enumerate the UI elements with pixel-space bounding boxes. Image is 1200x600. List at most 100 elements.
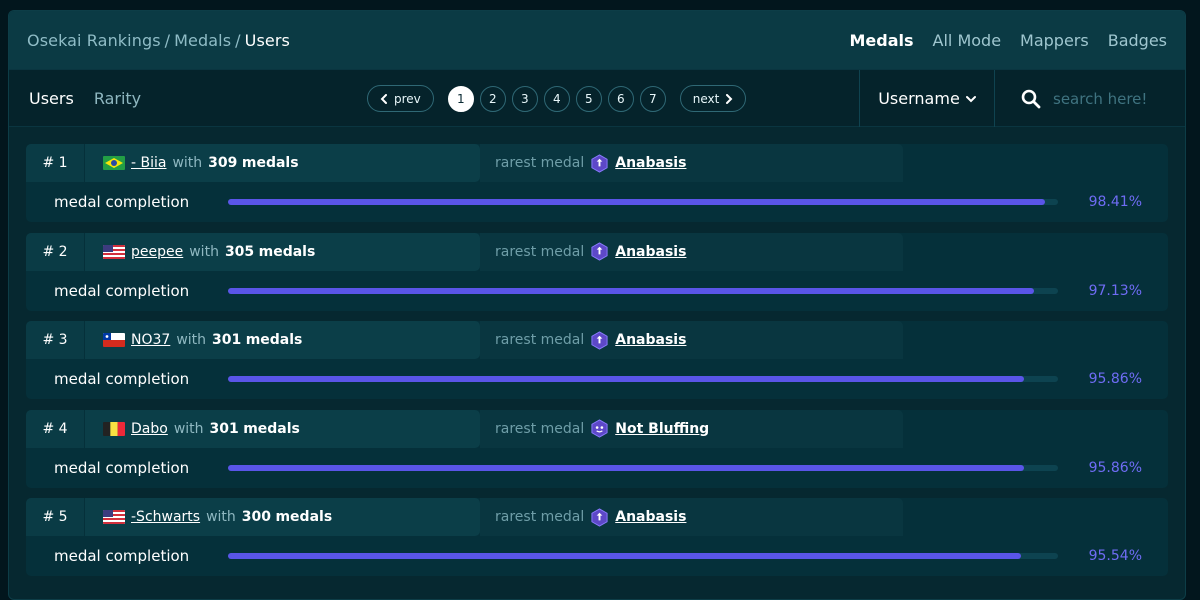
- rarest-medal-label: rarest medal: [495, 509, 585, 525]
- completion-percent: 95.86%: [1088, 371, 1142, 387]
- rank-badge: # 5: [26, 498, 84, 536]
- chevron-left-icon: [380, 93, 387, 104]
- next-button[interactable]: next: [679, 85, 747, 112]
- ranking-row: # 2 peepee with 305 medals rarest medal …: [26, 232, 1168, 311]
- belgium-flag-icon: [103, 421, 125, 436]
- rarest-medal-link[interactable]: Anabasis: [615, 155, 686, 171]
- with-label: with: [173, 420, 204, 437]
- user-info: peepee with 305 medals: [85, 232, 480, 271]
- with-label: with: [189, 243, 219, 260]
- completion-bar-fill: [228, 553, 1021, 559]
- rarest-medal-label: rarest medal: [495, 243, 585, 260]
- breadcrumb-medals[interactable]: Medals: [174, 31, 231, 50]
- with-label: with: [176, 332, 207, 348]
- medal-count: 305 medals: [224, 243, 316, 260]
- nav-all-mode[interactable]: All Mode: [933, 31, 1002, 50]
- completion-percent: 95.54%: [1088, 548, 1142, 564]
- ranking-row: # 1 - Biia with 309 medals rarest medal …: [26, 144, 1168, 222]
- completion-label: medal completion: [54, 370, 190, 388]
- breadcrumb-current: Users: [244, 30, 290, 50]
- with-label: with: [206, 509, 236, 525]
- medal-count: 301 medals: [212, 332, 303, 348]
- completion-bar: [228, 553, 1058, 559]
- rarest-medal-label: rarest medal: [495, 155, 585, 171]
- ranking-row: # 4 Dabo with 301 medals rarest medal No…: [26, 409, 1168, 488]
- sort-label: Username: [878, 89, 960, 108]
- rarest-medal: rarest medal Anabasis: [480, 232, 903, 271]
- page-button-7[interactable]: 7: [639, 85, 666, 112]
- ranking-list: # 1 - Biia with 309 medals rarest medal …: [9, 127, 1185, 576]
- completion-bar-fill: [228, 287, 1035, 294]
- page-button-1[interactable]: 1: [447, 85, 474, 112]
- completion-bar: [228, 287, 1058, 294]
- breadcrumb-root[interactable]: Osekai Rankings: [27, 31, 161, 50]
- chevron-down-icon: [965, 95, 976, 102]
- username-link[interactable]: -Schwarts: [131, 509, 200, 525]
- user-info: - Biia with 309 medals: [85, 144, 480, 182]
- rank-badge: # 4: [26, 409, 84, 448]
- anabasis-medal-icon: [590, 153, 609, 173]
- rank-badge: # 2: [26, 232, 84, 271]
- completion-label: medal completion: [54, 193, 190, 211]
- rarest-medal-link[interactable]: Anabasis: [615, 332, 686, 348]
- usa-flag-icon: [103, 510, 125, 524]
- completion-percent: 97.13%: [1088, 282, 1142, 299]
- rarest-medal: rarest medal Anabasis: [480, 321, 903, 359]
- top-bar: Osekai Rankings / Medals / Users Medals All …: [9, 11, 1185, 69]
- sub-tabs: Users Rarity: [9, 89, 349, 108]
- nav-medals[interactable]: Medals: [849, 31, 913, 50]
- username-link[interactable]: Dabo: [131, 421, 168, 437]
- medal-count: 300 medals: [241, 509, 333, 525]
- rarest-medal-label: rarest medal: [495, 332, 585, 348]
- breadcrumb: Osekai Rankings / Medals / Users: [27, 30, 290, 50]
- user-info: NO37 with 301 medals: [85, 321, 480, 359]
- search-icon: [1021, 89, 1041, 108]
- completion-bar: [228, 376, 1058, 382]
- sub-bar: Users Rarity prev 1 2 3 4 5 6 7 next Use…: [9, 69, 1185, 127]
- rarest-medal-link[interactable]: Anabasis: [615, 244, 686, 260]
- username-link[interactable]: peepee: [131, 244, 183, 260]
- page-button-2[interactable]: 2: [479, 85, 506, 112]
- rarest-medal-link[interactable]: Not Bluffing: [615, 421, 709, 437]
- usa-flag-icon: [103, 244, 125, 259]
- tab-users[interactable]: Users: [29, 89, 74, 108]
- rarest-medal-label: rarest medal: [495, 420, 585, 437]
- chevron-right-icon: [726, 93, 733, 104]
- rank-badge: # 3: [26, 321, 84, 359]
- user-info: -Schwarts with 300 medals: [85, 498, 480, 536]
- rank-badge: # 1: [26, 144, 84, 182]
- completion-label: medal completion: [54, 281, 190, 300]
- nav-mappers[interactable]: Mappers: [1020, 31, 1089, 50]
- completion-label: medal completion: [54, 458, 190, 477]
- rarest-medal: rarest medal Anabasis: [480, 144, 903, 182]
- not-bluffing-medal-icon: [590, 419, 609, 438]
- prev-button[interactable]: prev: [367, 85, 434, 112]
- completion-bar-fill: [228, 464, 1024, 471]
- completion-bar-fill: [228, 376, 1024, 382]
- brazil-flag-icon: [103, 156, 125, 170]
- completion-bar: [228, 464, 1058, 471]
- rarest-medal: rarest medal Not Bluffing: [480, 409, 903, 448]
- anabasis-medal-icon: [590, 330, 609, 350]
- completion-percent: 98.41%: [1088, 194, 1142, 210]
- username-link[interactable]: NO37: [131, 332, 170, 348]
- completion-bar-fill: [228, 199, 1045, 205]
- prev-label: prev: [394, 91, 421, 106]
- nav-badges[interactable]: Badges: [1108, 31, 1167, 50]
- tab-rarity[interactable]: Rarity: [94, 89, 141, 108]
- search-box: [1007, 70, 1185, 127]
- rarest-medal-link[interactable]: Anabasis: [615, 509, 686, 525]
- next-label: next: [692, 91, 720, 106]
- page-button-6[interactable]: 6: [607, 85, 634, 112]
- search-input[interactable]: [1053, 89, 1173, 108]
- sort-dropdown[interactable]: Username: [859, 70, 995, 127]
- page-button-3[interactable]: 3: [511, 85, 538, 112]
- completion-percent: 95.86%: [1088, 459, 1142, 476]
- with-label: with: [172, 155, 203, 171]
- anabasis-medal-icon: [590, 242, 609, 261]
- rarest-medal: rarest medal Anabasis: [480, 498, 903, 536]
- pagination: prev 1 2 3 4 5 6 7 next: [367, 85, 747, 112]
- page-button-4[interactable]: 4: [543, 85, 570, 112]
- username-link[interactable]: - Biia: [131, 155, 166, 171]
- page-button-5[interactable]: 5: [575, 85, 602, 112]
